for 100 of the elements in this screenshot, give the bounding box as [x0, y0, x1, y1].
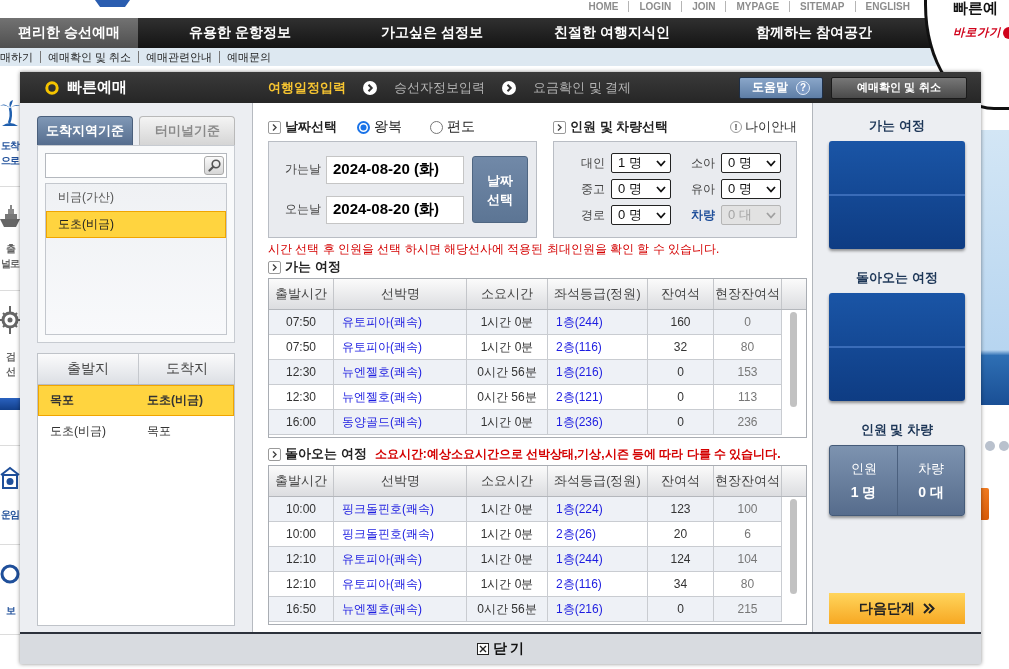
route-row[interactable]: 도초(비금) 목포: [38, 416, 234, 447]
schedule-row[interactable]: 12:30 뉴엔젤호(쾌속) 0시간 56분 1층(216) 0 153: [269, 360, 782, 385]
summary-label: 차량: [918, 459, 944, 478]
trip-type-radio[interactable]: 편도: [430, 118, 475, 136]
count-dropdown[interactable]: 0 명: [611, 179, 671, 199]
side-menu-label[interactable]: 선: [5, 364, 15, 379]
side-menu-label[interactable]: 보: [5, 603, 15, 618]
summary-value: 0 대: [918, 483, 944, 502]
count-dropdown[interactable]: 0 명: [611, 205, 671, 225]
sub-nav-link[interactable]: 예매문의: [219, 51, 279, 63]
table-cell: 0시간 56분: [467, 597, 548, 621]
count-dropdown[interactable]: 0 명: [721, 153, 781, 173]
ship-wheel-icon[interactable]: [0, 305, 20, 335]
booking-lookup-button[interactable]: 예매확인 및 취소: [831, 76, 967, 99]
date-field[interactable]: 2024-08-20 (화): [326, 195, 464, 224]
area-item[interactable]: 비금(가산): [46, 184, 226, 211]
table-cell: 0: [648, 385, 714, 409]
schedule-row[interactable]: 07:50 유토피아(쾌속) 1시간 0분 1층(244) 160 0: [269, 310, 782, 335]
date-field[interactable]: 2024-08-20 (화): [326, 155, 464, 184]
schedule-row[interactable]: 10:00 핑크돌핀호(쾌속) 1시간 0분 2층(26) 20 6: [269, 522, 782, 547]
side-menu-label[interactable]: 널로: [1, 256, 19, 271]
scrollbar-thumb[interactable]: [790, 499, 797, 594]
chevron-circle-icon: [363, 80, 377, 95]
schedule-row[interactable]: 16:50 뉴엔젤호(쾌속) 0시간 56분 1층(216) 0 215: [269, 597, 782, 622]
logo-icon[interactable]: [95, 0, 130, 7]
search-field[interactable]: [45, 153, 227, 178]
sub-nav-link[interactable]: 매하기: [0, 51, 40, 63]
column-header: 잔여석: [648, 279, 714, 309]
summary-title: 돌아오는 여정: [856, 270, 938, 286]
area-item[interactable]: 도초(비금): [46, 211, 226, 238]
region-tab[interactable]: 도착지역기준: [37, 116, 133, 145]
side-menu-label[interactable]: 검: [5, 349, 15, 364]
table-cell: 32: [648, 335, 714, 359]
top-link[interactable]: LOGIN: [628, 1, 682, 12]
nav-menu-item[interactable]: 가고싶은 섬정보: [342, 18, 522, 48]
field-label: 가는날: [285, 161, 322, 178]
table-cell: 유토피아(쾌속): [334, 572, 467, 596]
ship-icon[interactable]: [0, 205, 20, 227]
building-icon[interactable]: [0, 465, 20, 491]
side-menu-label[interactable]: 출: [5, 241, 15, 256]
table-cell: 1층(216): [548, 597, 648, 621]
table-cell: 1시간 0분: [467, 547, 548, 571]
carousel-dot-icon[interactable]: [999, 441, 1009, 451]
nav-menu-item[interactable]: 함께하는 참여공간: [702, 18, 926, 48]
close-icon: [476, 643, 489, 655]
side-menu-label[interactable]: 운임: [1, 507, 19, 522]
side-menu-label[interactable]: 으로: [1, 153, 19, 168]
route-row[interactable]: 목포 도초(비금): [38, 385, 234, 416]
field-label: 중고: [581, 180, 606, 198]
carousel-dot-icon[interactable]: [985, 441, 995, 451]
step-label: 승선자정보입력: [394, 78, 485, 97]
summary-label: 인원: [850, 459, 877, 478]
palm-tree-icon[interactable]: [0, 100, 20, 126]
chevron-box-icon: [268, 447, 281, 461]
count-dropdown[interactable]: 1 명: [611, 153, 671, 173]
summary-title: 인원 및 차량: [860, 422, 934, 438]
chevron-down-icon: [766, 185, 776, 193]
table-cell: 동양골드(쾌속): [334, 410, 467, 434]
schedule-row[interactable]: 16:00 동양골드(쾌속) 1시간 0분 1층(236) 0 236: [269, 410, 782, 435]
table-cell: 유토피아(쾌속): [334, 335, 467, 359]
date-picker-button[interactable]: 날짜 선택: [472, 156, 528, 223]
nav-menu-item[interactable]: 친절한 여행지식인: [522, 18, 702, 48]
schedule-row[interactable]: 10:00 핑크돌핀호(쾌속) 1시간 0분 1층(224) 123 100: [269, 497, 782, 522]
trip-type-radio[interactable]: 왕복: [357, 118, 402, 136]
age-info-link[interactable]: ! 나이안내: [730, 118, 797, 136]
table-cell: 07:50: [269, 335, 334, 359]
nav-menu-item[interactable]: 유용한 운항정보: [138, 18, 342, 48]
count-dropdown[interactable]: 0 명: [721, 179, 781, 199]
schedule-row[interactable]: 07:50 유토피아(쾌속) 1시간 0분 2층(116) 32 80: [269, 335, 782, 360]
sub-nav-link[interactable]: 예매관련안내: [138, 51, 220, 63]
step-label: 요금확인 및 결제: [533, 78, 632, 97]
table-cell: 뉴엔젤호(쾌속): [334, 360, 467, 384]
schedule-row[interactable]: 12:30 뉴엔젤호(쾌속) 0시간 56분 2층(121) 0 113: [269, 385, 782, 410]
column-header: 잔여석: [648, 466, 714, 496]
table-cell: 2층(26): [548, 522, 648, 546]
table-cell: 80: [714, 572, 782, 596]
banner-link[interactable]: 바로가기: [953, 25, 1001, 40]
schedule-row[interactable]: 12:10 유토피아(쾌속) 1시간 0분 1층(244) 124 104: [269, 547, 782, 572]
table-cell: 215: [714, 597, 782, 621]
table-cell: 124: [648, 547, 714, 571]
table-cell: 0: [648, 410, 714, 434]
table-cell: 100: [714, 497, 782, 521]
table-cell: 2층(116): [548, 572, 648, 596]
table-cell: 1층(224): [548, 497, 648, 521]
search-button[interactable]: [204, 156, 224, 175]
table-cell: 123: [648, 497, 714, 521]
table-cell: 10:00: [269, 497, 334, 521]
next-step-button[interactable]: 다음단계: [829, 593, 965, 624]
close-button[interactable]: 닫 기: [476, 640, 525, 658]
column-header: 도착지: [138, 354, 234, 384]
side-menu-label[interactable]: 도착: [1, 138, 19, 153]
sub-nav-link[interactable]: 예매확인 및 취소: [40, 51, 139, 63]
scrollbar-thumb[interactable]: [790, 312, 797, 407]
schedule-row[interactable]: 12:10 유토피아(쾌속) 1시간 0분 2층(116) 34 80: [269, 572, 782, 597]
nav-menu-item[interactable]: 편리한 승선예매: [0, 18, 138, 48]
table-cell: 0시간 56분: [467, 385, 548, 409]
field-label: 소아: [691, 154, 716, 172]
chevron-circle-icon: [502, 80, 516, 95]
table-cell: 34: [648, 572, 714, 596]
chevron-down-icon: [656, 159, 666, 167]
